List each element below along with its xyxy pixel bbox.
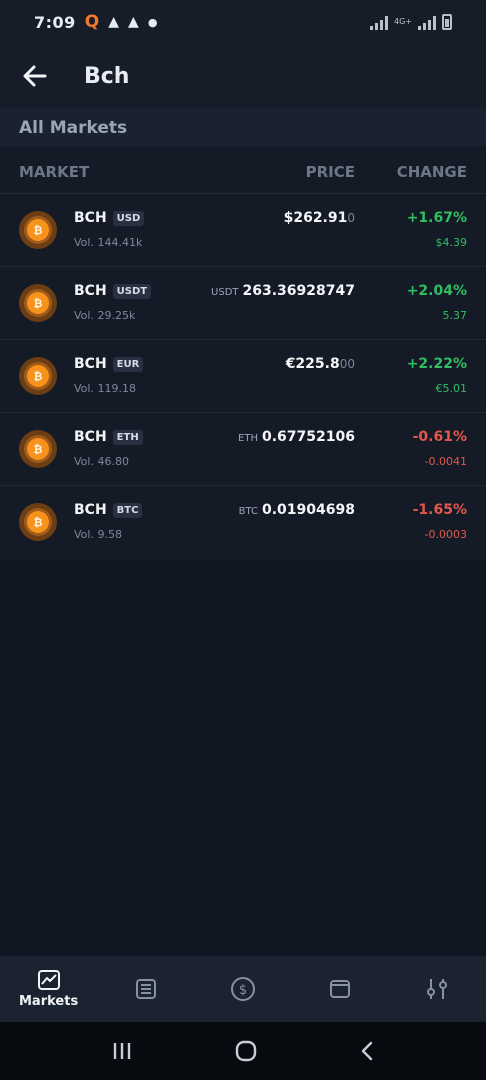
volume: Vol. 29.25k [74, 309, 136, 322]
warning-icon: ▲ [128, 14, 139, 30]
price: €225.800 [286, 356, 355, 372]
nav-wallet[interactable]: $ [194, 956, 291, 1022]
market-pair: BCH ETH [74, 429, 143, 445]
base-symbol: BCH [74, 283, 107, 299]
volume: Vol. 46.80 [74, 455, 129, 468]
change-percent: +1.67% [406, 210, 467, 226]
change-absolute: 5.37 [442, 309, 468, 322]
price: $262.910 [284, 210, 355, 226]
market-pair: BCH EUR [74, 356, 144, 372]
nav-cards[interactable] [292, 956, 389, 1022]
market-pair: BCH BTC [74, 502, 143, 518]
volume: Vol. 144.41k [74, 236, 143, 249]
app-bar: Bch [0, 44, 486, 108]
price-value: $262.91 [283, 210, 348, 226]
bitcoin-cash-icon: ₿ [19, 430, 57, 468]
price-unit: ETH [238, 433, 258, 444]
network-type: 4G+ [394, 17, 412, 26]
nav-markets[interactable]: Markets [0, 956, 97, 1022]
bitcoin-cash-icon: ₿ [19, 211, 57, 249]
back-button[interactable] [0, 44, 70, 108]
chart-icon [37, 970, 60, 990]
svg-text:$: $ [239, 983, 247, 998]
market-row[interactable]: ₿ BCH USD Vol. 144.41k $262.910 +1.67% $… [0, 194, 486, 267]
recent-apps-icon[interactable] [111, 1041, 133, 1061]
quote-badge: USD [112, 210, 145, 226]
signal-icon [418, 15, 436, 30]
nav-markets-label: Markets [19, 994, 79, 1009]
status-right: 4G+ [370, 14, 452, 30]
warning-icon: ▲ [108, 14, 120, 30]
change-absolute: €5.01 [435, 382, 468, 395]
market-pair: BCH USD [74, 210, 145, 226]
quote-badge: BTC [112, 502, 143, 518]
sliders-icon [427, 979, 448, 999]
dollar-circle-icon: $ [231, 977, 255, 1001]
nav-settings[interactable] [389, 956, 486, 1022]
quote-badge: USDT [112, 283, 152, 299]
status-left: 7:09 Q ▲ ▲ ● [34, 12, 157, 32]
price-trailing-digits: 0 [347, 211, 355, 225]
quote-badge: ETH [112, 429, 143, 445]
price-value: €225.8 [285, 356, 340, 372]
base-symbol: BCH [74, 502, 107, 518]
market-row[interactable]: ₿ BCH EUR Vol. 119.18 €225.800 +2.22% €5… [0, 340, 486, 413]
notification-q-icon: Q [84, 12, 100, 32]
column-change[interactable]: CHANGE [397, 163, 467, 181]
base-symbol: BCH [74, 356, 107, 372]
change-percent: -0.61% [412, 429, 467, 445]
nav-orders[interactable] [97, 956, 194, 1022]
price-trailing-digits: 00 [339, 357, 355, 371]
list-icon [135, 979, 156, 999]
section-title: All Markets [0, 108, 486, 146]
arrow-left-icon [23, 65, 47, 87]
market-row[interactable]: ₿ BCH USDT Vol. 29.25k USDT 263.36928747 … [0, 267, 486, 340]
page-title: Bch [84, 63, 130, 89]
volume: Vol. 9.58 [74, 528, 122, 541]
market-list: ₿ BCH USD Vol. 144.41k $262.910 +1.67% $… [0, 194, 486, 560]
price-value: 0.01904698 [262, 502, 355, 518]
market-row[interactable]: ₿ BCH BTC Vol. 9.58 BTC 0.01904698 -1.65%… [0, 486, 486, 559]
window-icon [330, 980, 351, 998]
base-symbol: BCH [74, 429, 107, 445]
base-symbol: BCH [74, 210, 107, 226]
more-notifications-icon: ● [147, 15, 158, 29]
price: BTC 0.01904698 [239, 502, 355, 518]
home-icon[interactable] [234, 1039, 258, 1063]
bitcoin-cash-icon: ₿ [19, 284, 57, 322]
price-unit: USDT [211, 287, 239, 298]
column-price[interactable]: PRICE [306, 163, 355, 181]
bitcoin-cash-icon: ₿ [19, 503, 57, 541]
change-percent: -1.65% [412, 502, 467, 518]
price: ETH 0.67752106 [238, 429, 355, 445]
column-headers: MARKET PRICE CHANGE [0, 146, 486, 194]
column-market[interactable]: MARKET [19, 163, 89, 181]
status-bar: 7:09 Q ▲ ▲ ● 4G+ [0, 0, 486, 44]
battery-icon [442, 14, 452, 30]
bitcoin-cash-icon: ₿ [19, 357, 57, 395]
quote-badge: EUR [112, 356, 144, 372]
market-row[interactable]: ₿ BCH ETH Vol. 46.80 ETH 0.67752106 -0.61… [0, 413, 486, 486]
bottom-nav: Markets $ [0, 956, 486, 1022]
system-nav-bar [0, 1022, 486, 1080]
price-value: 0.67752106 [262, 429, 355, 445]
price-unit: BTC [238, 506, 258, 517]
change-percent: +2.04% [406, 283, 467, 299]
price: USDT 263.36928747 [211, 283, 355, 299]
market-pair: BCH USDT [74, 283, 152, 299]
volume: Vol. 119.18 [74, 382, 136, 395]
change-absolute: -0.0003 [424, 528, 467, 541]
change-absolute: -0.0041 [424, 455, 467, 468]
change-absolute: $4.39 [435, 236, 468, 249]
back-nav-icon[interactable] [359, 1040, 375, 1062]
change-percent: +2.22% [406, 356, 467, 372]
price-value: 263.36928747 [242, 283, 355, 299]
status-time: 7:09 [34, 12, 76, 32]
signal-icon [370, 15, 388, 30]
